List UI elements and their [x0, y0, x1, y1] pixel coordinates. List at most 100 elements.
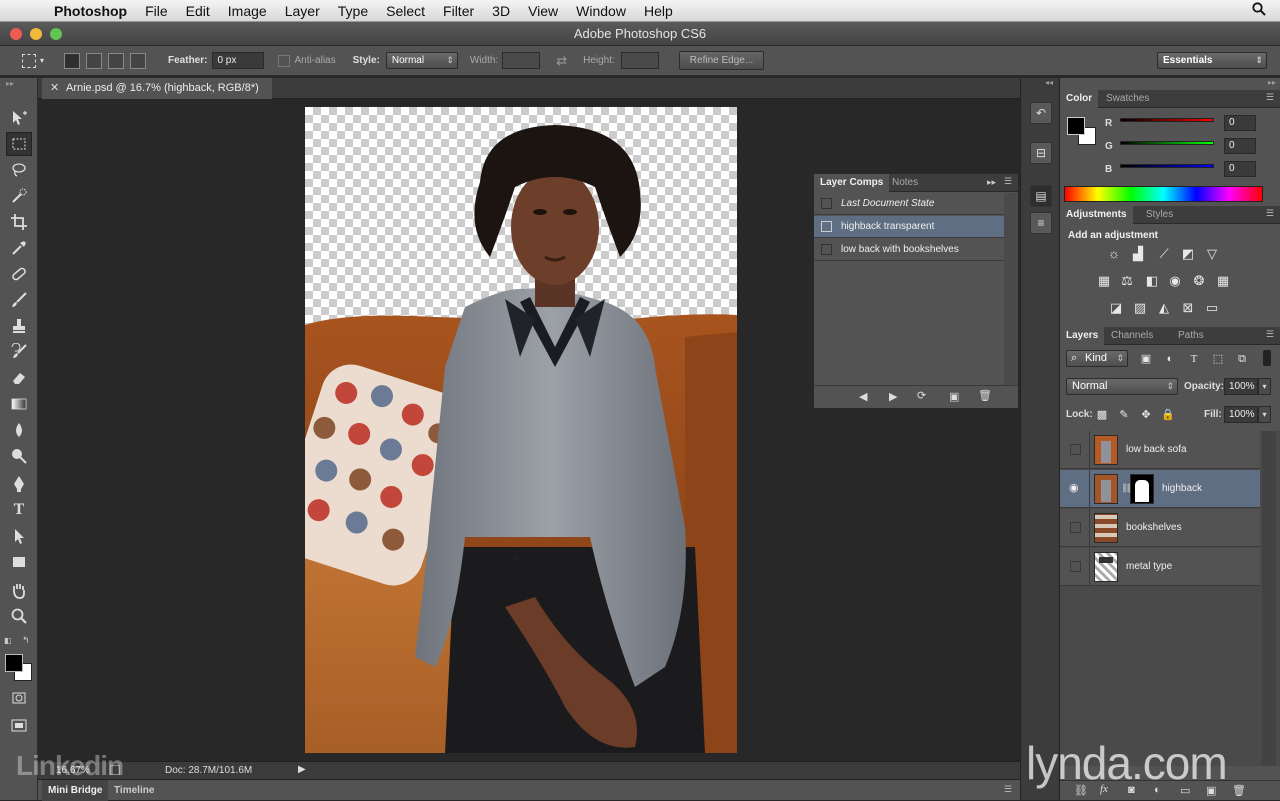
properties-panel-icon[interactable]: ⊟ [1030, 142, 1052, 164]
filter-pixel-icon[interactable]: ▣ [1138, 352, 1154, 366]
photo-filter-icon[interactable]: ◉ [1167, 274, 1183, 288]
opacity-input[interactable]: 100% [1224, 378, 1258, 395]
layer-comps-menu-icon[interactable]: ☰ [1004, 176, 1012, 187]
layer-visibility-toggle[interactable] [1060, 509, 1090, 547]
layer-filter-select[interactable]: ⌕ Kind [1066, 350, 1128, 367]
healing-brush-tool-icon[interactable] [6, 262, 32, 286]
next-comp-icon[interactable]: ▶ [889, 390, 897, 403]
width-input[interactable] [502, 52, 541, 69]
color-spectrum[interactable] [1064, 186, 1263, 202]
curves-icon[interactable]: ⟋ [1156, 247, 1172, 261]
layer-visibility-toggle[interactable] [1060, 548, 1090, 586]
dodge-tool-icon[interactable] [6, 444, 32, 468]
adjustments-panel-menu-icon[interactable]: ☰ [1266, 208, 1274, 219]
lasso-tool-icon[interactable] [6, 158, 32, 182]
eraser-tool-icon[interactable] [6, 366, 32, 390]
foreground-color-box[interactable] [1067, 117, 1085, 135]
swap-colors-icon[interactable]: ↰ [22, 635, 30, 646]
gradient-tool-icon[interactable] [6, 392, 32, 416]
blur-tool-icon[interactable] [6, 418, 32, 442]
filter-type-icon[interactable]: T [1186, 352, 1202, 366]
blue-slider[interactable] [1120, 164, 1214, 168]
subtract-selection-icon[interactable] [108, 52, 125, 69]
history-panel-icon[interactable]: ↶ [1030, 102, 1052, 124]
layers-scrollbar[interactable] [1262, 431, 1276, 766]
crop-tool-icon[interactable] [6, 210, 32, 234]
posterize-icon[interactable]: ▨ [1132, 301, 1148, 315]
opacity-dropdown-icon[interactable]: ▾ [1258, 378, 1271, 395]
menu-filter[interactable]: Filter [434, 0, 483, 22]
menu-file[interactable]: File [136, 0, 177, 22]
quick-selection-tool-icon[interactable] [6, 184, 32, 208]
hand-tool-icon[interactable] [6, 578, 32, 602]
threshold-icon[interactable]: ◭ [1156, 301, 1172, 315]
type-tool-icon[interactable]: T [6, 498, 32, 522]
brush-tool-icon[interactable] [6, 288, 32, 312]
menu-help[interactable]: Help [635, 0, 682, 22]
update-comp-icon[interactable]: ⟳ [917, 389, 926, 402]
fill-dropdown-icon[interactable]: ▾ [1258, 406, 1271, 423]
menu-edit[interactable]: Edit [177, 0, 219, 22]
document-image[interactable] [305, 107, 737, 753]
refine-edge-button[interactable]: Refine Edge... [678, 51, 765, 70]
pen-tool-icon[interactable] [6, 472, 32, 496]
layer-mask-thumbnail[interactable] [1130, 474, 1154, 504]
tab-notes[interactable]: Notes [886, 174, 924, 192]
lock-all-icon[interactable]: 🔒 [1160, 408, 1176, 422]
filter-smart-object-icon[interactable]: ⧉ [1234, 352, 1250, 366]
black-white-icon[interactable]: ◧ [1144, 274, 1160, 288]
green-value[interactable]: 0 [1224, 138, 1256, 154]
menu-window[interactable]: Window [567, 0, 635, 22]
color-lookup-icon[interactable]: ▦ [1215, 274, 1231, 288]
invert-icon[interactable]: ◪ [1108, 301, 1124, 315]
gradient-map-icon[interactable]: ▭ [1204, 301, 1220, 315]
filter-shape-icon[interactable]: ⬚ [1210, 352, 1226, 366]
tab-channels[interactable]: Channels [1105, 327, 1159, 345]
eyedropper-tool-icon[interactable] [6, 236, 32, 260]
feather-input[interactable]: 0 px [212, 52, 265, 69]
color-panel-menu-icon[interactable]: ☰ [1266, 92, 1274, 103]
default-colors-icon[interactable]: ◧ [4, 636, 12, 645]
style-select[interactable]: Normal [385, 52, 458, 69]
lock-transparent-icon[interactable]: ▩ [1094, 408, 1110, 422]
blend-mode-select[interactable]: Normal [1066, 378, 1178, 395]
menu-image[interactable]: Image [219, 0, 276, 22]
foreground-color-swatch[interactable] [5, 654, 23, 672]
new-comp-icon[interactable]: ▣ [949, 390, 959, 403]
levels-icon[interactable]: ▟ [1130, 247, 1146, 261]
color-balance-icon[interactable]: ⚖ [1119, 274, 1135, 288]
layer-comps-scrollbar[interactable] [1004, 193, 1018, 385]
zoom-tool-icon[interactable] [6, 604, 32, 628]
selective-color-icon[interactable]: ⊠ [1180, 301, 1196, 315]
intersect-selection-icon[interactable] [130, 52, 147, 69]
layer-comp-item[interactable]: Last Document State [814, 193, 1004, 215]
tab-swatches[interactable]: Swatches [1100, 90, 1155, 108]
layer-row[interactable]: bookshelves [1060, 509, 1260, 547]
notes-panel-icon[interactable]: ≡ [1030, 212, 1052, 234]
menu-view[interactable]: View [519, 0, 567, 22]
marquee-preset-icon[interactable] [22, 53, 36, 68]
menu-type[interactable]: Type [329, 0, 377, 22]
path-selection-tool-icon[interactable] [6, 524, 32, 548]
close-document-icon[interactable]: ✕ [50, 78, 59, 99]
menu-select[interactable]: Select [377, 0, 434, 22]
layer-comp-icon[interactable] [821, 221, 832, 232]
rectangle-tool-icon[interactable] [6, 550, 32, 574]
rectangular-marquee-tool-icon[interactable] [6, 132, 32, 156]
menu-3d[interactable]: 3D [483, 0, 519, 22]
exposure-icon[interactable]: ◩ [1180, 247, 1196, 261]
status-menu-arrow-icon[interactable]: ▶ [298, 764, 306, 775]
layers-panel-menu-icon[interactable]: ☰ [1266, 329, 1274, 340]
tab-styles[interactable]: Styles [1140, 206, 1179, 224]
channel-mixer-icon[interactable]: ❂ [1191, 274, 1207, 288]
layer-visibility-toggle[interactable] [1060, 431, 1090, 469]
document-tab[interactable]: ✕ Arnie.psd @ 16.7% (highback, RGB/8*) [42, 78, 272, 99]
apply-comp-checkbox[interactable] [821, 198, 832, 209]
apply-comp-checkbox[interactable] [821, 244, 832, 255]
tab-adjustments[interactable]: Adjustments [1060, 206, 1133, 224]
menu-layer[interactable]: Layer [276, 0, 329, 22]
swap-dimensions-icon[interactable]: ⇄ [556, 53, 567, 69]
collapse-arrows-icon[interactable]: ▸▸ [987, 177, 996, 188]
quick-mask-icon[interactable] [6, 686, 32, 710]
layer-row[interactable]: low back sofa [1060, 431, 1260, 469]
